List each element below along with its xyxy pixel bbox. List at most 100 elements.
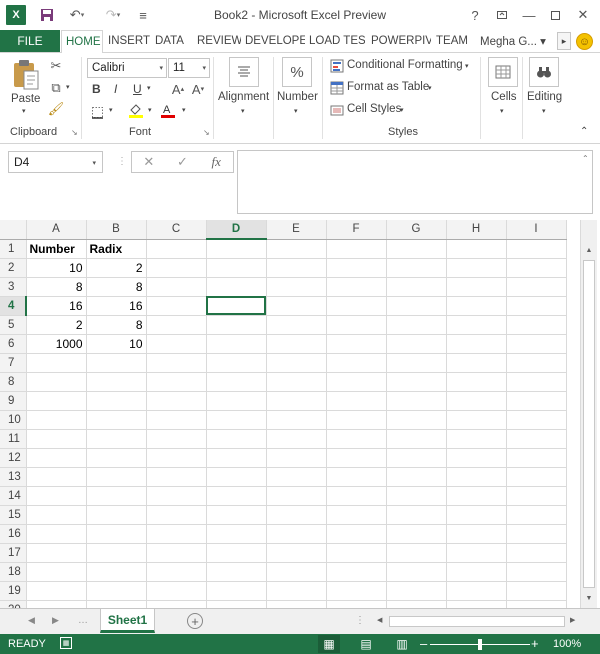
cell-h19[interactable] [446,581,507,601]
cell-f14[interactable] [326,486,387,506]
cell-b13[interactable] [86,467,147,487]
copy-dropdown-icon[interactable]: ▾ [66,83,70,91]
row-header-3[interactable]: 3 [0,277,27,297]
cell-e11[interactable] [266,429,327,449]
cell-d9[interactable] [206,391,267,411]
cell-c15[interactable] [146,505,207,525]
cell-a1[interactable]: Number [26,239,87,259]
cell-i18[interactable] [506,562,567,582]
editing-binoculars-icon[interactable] [529,57,559,87]
format-as-table-button[interactable]: Format as Table [347,81,429,93]
cell-g10[interactable] [386,410,447,430]
cells-icon[interactable] [488,57,518,87]
cell-h11[interactable] [446,429,507,449]
cell-i6[interactable] [506,334,567,354]
cell-d8[interactable] [206,372,267,392]
conditional-formatting-icon[interactable] [329,58,345,74]
cell-g20[interactable] [386,600,447,608]
row-header-5[interactable]: 5 [0,315,27,335]
cell-f17[interactable] [326,543,387,563]
cell-e15[interactable] [266,505,327,525]
row-header-8[interactable]: 8 [0,372,27,392]
cell-d12[interactable] [206,448,267,468]
decrease-font-size-icon[interactable]: A ▾ [190,81,206,97]
cell-a12[interactable] [26,448,87,468]
cell-a5[interactable]: 2 [26,315,87,335]
cell-f10[interactable] [326,410,387,430]
font-launcher-icon[interactable]: ↘ [203,128,210,137]
cell-b9[interactable] [86,391,147,411]
new-sheet-button[interactable]: + [187,613,203,629]
alignment-icon[interactable] [229,57,259,87]
cell-i16[interactable] [506,524,567,544]
cell-f9[interactable] [326,391,387,411]
normal-view-icon[interactable]: ▦ [318,635,340,653]
cells-button[interactable]: Cells [491,91,517,103]
tab-review[interactable]: REVIEW [193,30,241,52]
cell-i11[interactable] [506,429,567,449]
cell-g19[interactable] [386,581,447,601]
cell-h3[interactable] [446,277,507,297]
previous-sheet-icon[interactable]: ◀ [28,615,35,626]
cell-c14[interactable] [146,486,207,506]
cell-f16[interactable] [326,524,387,544]
cell-e9[interactable] [266,391,327,411]
horizontal-scrollbar[interactable]: ◀ ▶ [375,615,580,629]
cancel-entry-icon[interactable]: ✕ [132,154,166,170]
cell-h17[interactable] [446,543,507,563]
cell-a4[interactable]: 16 [26,296,87,316]
cells-dropdown-icon[interactable]: ▾ [500,107,504,115]
cell-g3[interactable] [386,277,447,297]
tab-data[interactable]: DATA [151,30,191,52]
cell-f8[interactable] [326,372,387,392]
zoom-slider-thumb[interactable] [478,639,482,650]
increase-font-size-icon[interactable]: A ▴ [170,81,186,97]
cell-i5[interactable] [506,315,567,335]
cell-i8[interactable] [506,372,567,392]
cell-e8[interactable] [266,372,327,392]
cell-g12[interactable] [386,448,447,468]
cell-b12[interactable] [86,448,147,468]
insert-function-icon[interactable]: fx [199,154,233,170]
cell-g16[interactable] [386,524,447,544]
row-header-7[interactable]: 7 [0,353,27,373]
cell-i12[interactable] [506,448,567,468]
cell-f3[interactable] [326,277,387,297]
cell-a20[interactable] [26,600,87,608]
clipboard-launcher-icon[interactable]: ↘ [71,128,78,137]
active-cell-d4[interactable] [206,296,267,316]
underline-dropdown-icon[interactable]: ▾ [147,84,151,92]
cell-g4[interactable] [386,296,447,316]
cell-c18[interactable] [146,562,207,582]
format-as-table-dropdown-icon[interactable]: ▾ [428,84,432,92]
cell-e7[interactable] [266,353,327,373]
cell-c4[interactable] [146,296,207,316]
cell-d1[interactable] [206,239,267,259]
cell-e5[interactable] [266,315,327,335]
cell-c5[interactable] [146,315,207,335]
cell-i9[interactable] [506,391,567,411]
cell-g9[interactable] [386,391,447,411]
cell-e4[interactable] [266,296,327,316]
borders-icon[interactable] [89,104,105,120]
number-format-icon[interactable]: % [282,57,312,87]
column-header-g[interactable]: G [386,220,447,240]
cell-f7[interactable] [326,353,387,373]
cell-h14[interactable] [446,486,507,506]
zoom-out-icon[interactable]: – [420,636,427,651]
cell-e19[interactable] [266,581,327,601]
cell-a15[interactable] [26,505,87,525]
row-header-15[interactable]: 15 [0,505,27,525]
cell-f12[interactable] [326,448,387,468]
format-as-table-icon[interactable] [329,80,345,96]
row-header-10[interactable]: 10 [0,410,27,430]
cell-h9[interactable] [446,391,507,411]
cell-i7[interactable] [506,353,567,373]
cell-a3[interactable]: 8 [26,277,87,297]
cell-a7[interactable] [26,353,87,373]
cell-g8[interactable] [386,372,447,392]
cell-h2[interactable] [446,258,507,278]
cell-g17[interactable] [386,543,447,563]
row-header-9[interactable]: 9 [0,391,27,411]
cell-h4[interactable] [446,296,507,316]
